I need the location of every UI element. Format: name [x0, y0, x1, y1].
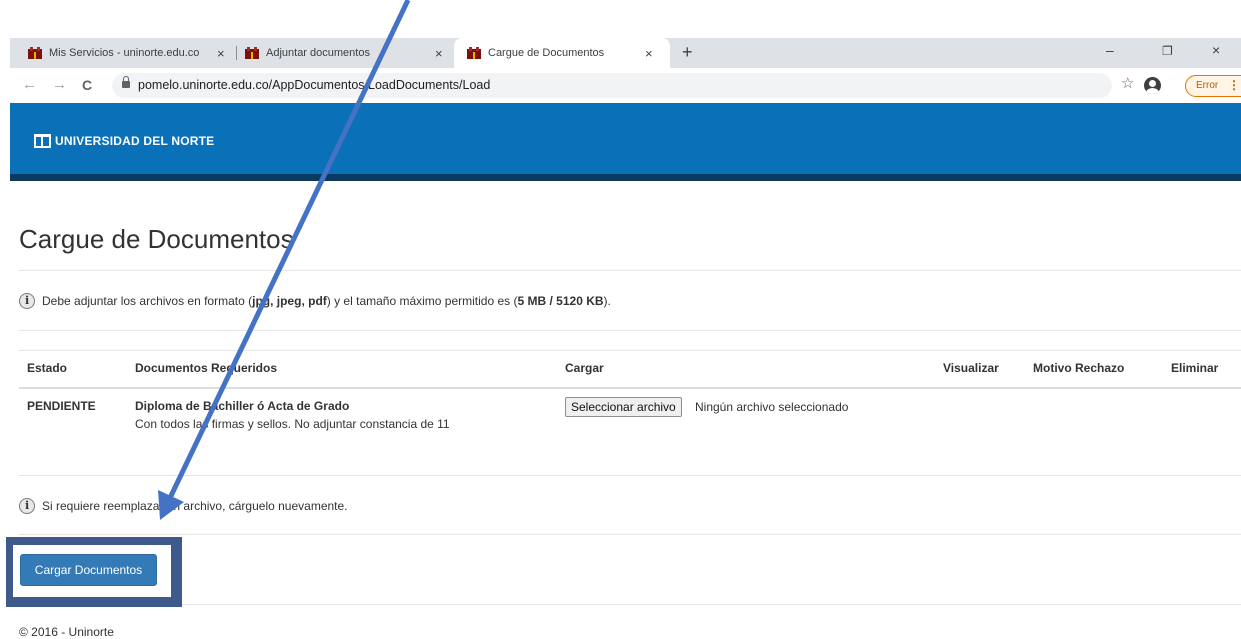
- annotation-arrow-icon: [158, 0, 411, 520]
